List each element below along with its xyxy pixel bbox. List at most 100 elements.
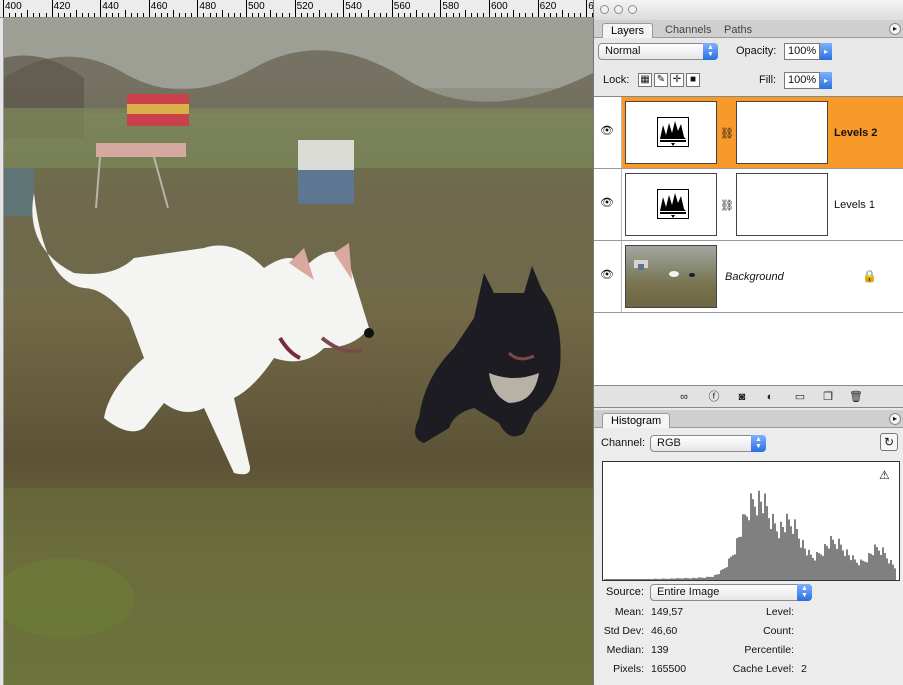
ruler-label: 420 xyxy=(53,1,71,12)
histogram-plot xyxy=(604,490,896,580)
ruler-minor-tick xyxy=(385,13,387,17)
ruler-minor-tick xyxy=(379,13,381,17)
lock-image-pixels-button[interactable]: ✎ xyxy=(654,73,668,87)
ruler-minor-tick xyxy=(470,13,472,17)
document-canvas[interactable] xyxy=(4,18,593,685)
ruler-major-tick xyxy=(197,0,199,17)
ruler-minor-tick xyxy=(549,13,551,17)
layer-style-icon[interactable]: ⓕ xyxy=(706,390,722,404)
ruler-minor-tick xyxy=(567,13,569,17)
ruler-major-tick xyxy=(391,0,393,17)
tab-histogram[interactable]: Histogram xyxy=(602,413,671,428)
minimize-window-button[interactable] xyxy=(614,5,623,14)
ruler-minor-tick xyxy=(312,13,314,17)
channel-value: RGB xyxy=(657,437,681,449)
lock-position-button[interactable]: ✛ xyxy=(670,73,684,87)
ruler-minor-tick xyxy=(179,13,181,17)
ruler-minor-tick xyxy=(75,10,77,17)
ruler-minor-tick xyxy=(361,13,363,17)
ruler-minor-tick xyxy=(154,13,156,17)
median-label: Median: xyxy=(606,644,644,656)
ruler-label: 620 xyxy=(539,1,557,12)
refresh-icon[interactable]: ↻ xyxy=(880,433,898,451)
ruler-minor-tick xyxy=(306,13,308,17)
layer-name[interactable]: Background xyxy=(725,271,784,283)
ruler-major-tick xyxy=(489,0,490,17)
mean-value: 149,57 xyxy=(651,606,684,618)
ruler-minor-tick xyxy=(367,10,369,17)
layer-row-levels-2[interactable]: 👁 ⛓ Levels 2 xyxy=(594,97,903,169)
horizontal-ruler: 400420440460480500520540560580600620640 xyxy=(0,0,593,18)
ruler-minor-tick xyxy=(531,13,533,17)
fill-slider-button[interactable]: ▸ xyxy=(820,72,832,89)
fill-input[interactable]: 100% xyxy=(784,72,820,89)
opacity-input[interactable]: 100% xyxy=(784,43,820,60)
ruler-minor-tick xyxy=(94,13,96,17)
source-select[interactable]: Entire Image ▲ ▼ xyxy=(650,584,812,601)
ruler-minor-tick xyxy=(124,10,126,17)
lock-icon: 🔒 xyxy=(862,269,877,283)
layer-row-levels-1[interactable]: 👁 ⛓ Levels 1 xyxy=(594,169,903,241)
ruler-minor-tick xyxy=(349,13,351,17)
new-adjustment-layer-icon[interactable]: ◐ xyxy=(762,390,778,404)
layer-mask-thumbnail[interactable] xyxy=(736,101,828,164)
ruler-minor-tick xyxy=(561,10,563,17)
chain-link-icon[interactable]: ⛓ xyxy=(720,127,734,140)
level-label: Level: xyxy=(765,606,794,618)
ruler-major-tick xyxy=(246,0,247,17)
eye-icon[interactable]: 👁 xyxy=(599,124,615,138)
opacity-slider-button[interactable]: ▸ xyxy=(820,43,832,60)
ruler-minor-tick xyxy=(464,10,466,17)
trash-icon[interactable]: 🗑 xyxy=(848,390,864,404)
ruler-minor-tick xyxy=(221,10,223,17)
eye-icon[interactable]: 👁 xyxy=(599,196,615,210)
tab-channels[interactable]: Channels xyxy=(657,23,719,38)
lock-all-button[interactable]: ■ xyxy=(686,73,700,87)
ruler-minor-tick xyxy=(324,13,326,17)
channel-select[interactable]: RGB ▲ ▼ xyxy=(650,435,766,452)
ruler-minor-tick xyxy=(136,13,138,17)
ruler-minor-tick xyxy=(410,13,412,17)
blend-mode-select[interactable]: Normal ▲ ▼ xyxy=(598,43,718,60)
warning-icon[interactable]: ⚠ xyxy=(879,468,890,482)
chain-link-icon[interactable]: ⛓ xyxy=(720,199,734,212)
new-layer-icon[interactable]: ❐ xyxy=(820,390,836,404)
source-value: Entire Image xyxy=(657,586,720,598)
opacity-label: Opacity: xyxy=(736,45,777,57)
ruler-minor-tick xyxy=(300,13,302,17)
ruler-minor-tick xyxy=(482,13,484,17)
channel-label: Channel: xyxy=(601,437,646,449)
source-label: Source: xyxy=(606,586,644,598)
ruler-label: 600 xyxy=(491,1,508,12)
ruler-minor-tick xyxy=(106,13,108,17)
layer-row-background[interactable]: 👁 Background 🔒 xyxy=(594,241,903,313)
ruler-minor-tick xyxy=(130,13,132,17)
ruler-minor-tick xyxy=(288,13,290,17)
levels-adjustment-icon xyxy=(657,189,689,219)
eye-icon[interactable]: 👁 xyxy=(599,268,615,282)
panel-menu-icon[interactable]: ▸ xyxy=(889,413,901,425)
new-group-icon[interactable]: ▭ xyxy=(792,390,808,404)
layer-name[interactable]: Levels 2 xyxy=(834,127,877,139)
ruler-label: 580 xyxy=(442,1,460,12)
panel-titlebar xyxy=(594,0,903,20)
ruler-minor-tick xyxy=(33,13,35,17)
link-layers-icon[interactable]: ∞ xyxy=(676,390,692,404)
histogram-panel-tabs: Histogram ▸ xyxy=(594,410,903,428)
lock-transparent-pixels-button[interactable]: ▦ xyxy=(638,73,652,87)
close-window-button[interactable] xyxy=(600,5,609,14)
ruler-minor-tick xyxy=(215,13,217,17)
ruler-minor-tick xyxy=(434,13,436,17)
ruler-minor-tick xyxy=(452,13,454,17)
zoom-window-button[interactable] xyxy=(628,5,637,14)
ruler-minor-tick xyxy=(39,13,41,17)
ruler-minor-tick xyxy=(513,10,515,17)
ruler-minor-tick xyxy=(416,10,418,17)
tab-layers[interactable]: Layers xyxy=(602,23,654,38)
add-mask-icon[interactable]: ◙ xyxy=(734,390,750,404)
layer-name[interactable]: Levels 1 xyxy=(834,199,875,211)
tab-paths[interactable]: Paths xyxy=(716,23,760,38)
layer-mask-thumbnail[interactable] xyxy=(736,173,828,236)
layer-thumbnail xyxy=(625,245,717,308)
panel-menu-icon[interactable]: ▸ xyxy=(889,23,901,35)
